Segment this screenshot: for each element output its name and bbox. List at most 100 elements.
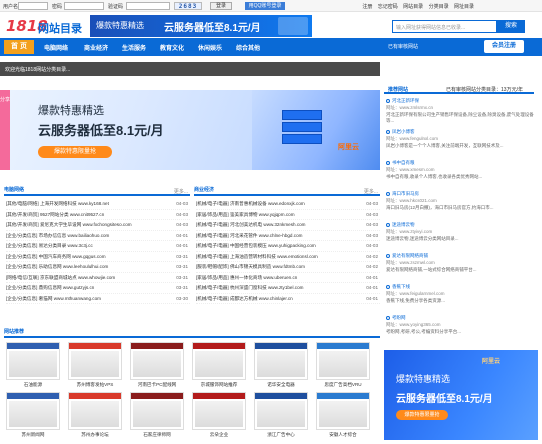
nav-item-other[interactable]: 综合其他 — [236, 43, 260, 52]
news-row-title[interactable]: [机械/电子/电器] 济南普惠机械设备 www.edonxjk.com — [196, 201, 305, 206]
news-row[interactable]: [其他/开发/商贸] 爱尼克大学生毕设网 www.fxchongsiteso.c… — [6, 220, 190, 231]
sidebar-site-name-row[interactable]: 书中自有粮 — [386, 160, 534, 166]
site-thumbnail-label[interactable]: 诺华安全电器 — [252, 382, 310, 388]
news-row[interactable]: [其他/电脑/网络] 上海开发网络科技 www.ky168.net 04-03 — [6, 199, 190, 210]
site-thumbnail[interactable] — [254, 342, 308, 380]
password-input[interactable] — [64, 2, 104, 10]
site-thumbnail[interactable] — [68, 342, 122, 380]
sidebar-site-name-row[interactable]: 考盼网 — [386, 315, 534, 321]
nav-item-entertainment[interactable]: 休闲娱乐 — [198, 43, 222, 52]
news-row-title[interactable]: [企业/分类信息] 中国汽车商务网 www.gqgus.com — [6, 254, 106, 259]
category-directory-link[interactable]: 分类目录 — [429, 4, 449, 10]
news-row-title[interactable]: [其他/电脑/网络] 上海开发网络科技 www.ky168.net — [6, 201, 109, 206]
news-row-title[interactable]: [网络/电信/互联] 京东联盟商城站点 www.whowjie.com — [6, 275, 115, 280]
news-row-title[interactable]: [企业/分类信息] 乐助信息网 www.leehoululhui.com — [6, 264, 108, 269]
sidebar-site-item[interactable]: 海口市旧马房 网址：www.hkcs021.com 海口旧马房(12月白撒)，海口市… — [386, 191, 534, 211]
site-thumbnail[interactable] — [192, 342, 246, 380]
news-row-title[interactable]: [企业/分类信息] 奢猫网 www.mthuanwang.com — [6, 296, 101, 301]
sidebar-site-item[interactable]: 迷途博云物 网址：www.ztyivyi.com 迷途博云物,迷途博云分类网站目录.… — [386, 222, 534, 242]
site-thumbnail-label[interactable]: 浙江广告中心 — [252, 432, 310, 438]
news-row[interactable]: [机械/电子/电器] 杭州深盛门窗科技 www.zty1bel.com 04-01 — [196, 283, 380, 294]
site-thumbnail-label[interactable]: 石家庄律师网 — [128, 432, 186, 438]
nav-item-life-services[interactable]: 生活服务 — [122, 43, 146, 52]
news-row[interactable]: [企业/分类信息] 易达分类目录 www.3c3j.cc 04-01 — [6, 241, 190, 252]
sidebar-site-name[interactable]: 书中自有粮 — [392, 160, 415, 166]
sidebar-ad-button[interactable]: 爆款特惠限量抢 — [396, 410, 448, 420]
site-thumbnail[interactable] — [68, 392, 122, 430]
nav-item-business[interactable]: 商业经济 — [84, 43, 108, 52]
news-row-title[interactable]: [家居/饰品/用品] 鉴美家具博物 www.yqjqpm.com — [196, 212, 295, 217]
news-row-title[interactable]: [企业/分类信息] 鼎购信息网 www.gutzyjs.cn — [6, 285, 94, 290]
site-thumbnail-label[interactable]: 京城服饰网站推荐 — [190, 382, 248, 388]
news-row[interactable]: [企业/分类信息] 奢猫网 www.mthuanwang.com 03-30 — [6, 294, 190, 304]
news-row[interactable]: [机械/电子/电器] 河北采花管件 www.chlne-hbgd.com 04-0… — [196, 231, 380, 241]
site-thumbnail[interactable] — [130, 392, 184, 430]
site-thumbnail[interactable] — [6, 392, 60, 430]
captcha-image[interactable]: 2683 — [174, 2, 202, 10]
news-row-title[interactable]: [家居/饰品/用品] 惠州一体化商场 www.uberuen.cn — [196, 275, 297, 280]
sidebar-site-item[interactable]: 香蕉下线 网址：www.feigularnmel.com 香蕉下线,免费分享各类资源… — [386, 284, 534, 304]
site-thumbnail-label[interactable]: 苏州博客发帖VPS — [66, 382, 124, 388]
sidebar-site-name-row[interactable]: 香蕉下线 — [386, 284, 534, 290]
sidebar-site-item[interactable]: 考盼网 网址：www.yoying365.com 考盼网,考研,考公,考编资料分享平… — [386, 315, 534, 335]
forgot-password-link[interactable]: 忘记密码 — [378, 4, 398, 10]
site-thumbnail[interactable] — [316, 392, 370, 430]
news-row[interactable]: [机械/电子/电器] 中国经营包装模压 www.yuhigpacking.com… — [196, 241, 380, 252]
register-link[interactable]: 注册 — [362, 4, 372, 10]
sidebar-site-name-row[interactable]: 迷途博云物 — [386, 222, 534, 228]
site-logo[interactable]: 1818 网站目录 — [4, 15, 88, 37]
sidebar-site-name-row[interactable]: 海口市旧马房 — [386, 191, 534, 197]
sidebar-site-name-row[interactable]: 爱达有限网络商铺 — [386, 253, 534, 259]
news-row[interactable]: [网络/电信/互联] 京东联盟商城站点 www.whowjie.com 03-31 — [6, 273, 190, 283]
sidebar-site-item[interactable]: 凤岩小博客 网址：www.fengulnxl.com 凤岩小博客是一个个人博客,关注… — [386, 129, 534, 149]
sidebar-site-name-row[interactable]: 河北正新环保 — [386, 98, 534, 104]
url-directory-link[interactable]: 网址目录 — [454, 4, 474, 10]
sidebar-site-name[interactable]: 凤岩小博客 — [392, 129, 415, 135]
nav-item-education[interactable]: 教育文化 — [160, 43, 184, 52]
news-row[interactable]: [企业/分类信息] 市场办信信息 www.bailiaohuo.com 04-01 — [6, 231, 190, 241]
username-input[interactable] — [18, 2, 48, 10]
news-row[interactable]: [家居/饰品/用品] 惠州一体化商场 www.uberuen.cn 04-01 — [196, 273, 380, 283]
site-thumbnail[interactable] — [6, 342, 60, 380]
site-thumbnail-label[interactable]: 苏州新闻网 — [4, 432, 62, 438]
site-thumbnail-label[interactable]: 思度广告高档VRU — [314, 382, 372, 388]
qq-login-button[interactable]: 用QQ账号登录 — [245, 2, 285, 10]
news-row[interactable]: [机械/电子/电器] 河北创美达机电 www.32nkmesh.com 04-03 — [196, 220, 380, 231]
search-button[interactable]: 搜索 — [497, 20, 525, 33]
news-right-more-link[interactable]: 更多... — [364, 188, 378, 195]
news-row-title[interactable]: [企业/分类信息] 易达分类目录 www.3c3j.cc — [6, 243, 93, 248]
news-row[interactable]: [服装/鞋帽/配饰] 佛山市锦天模具制造 www.fdtmb.com 04-02 — [196, 262, 380, 273]
news-row-title[interactable]: [机械/电子/电器] 河北采花管件 www.chlne-hbgd.com — [196, 233, 302, 238]
register-button[interactable]: 会员注册 — [484, 40, 524, 53]
nav-home[interactable]: 首 页 — [4, 40, 34, 54]
search-input[interactable]: 输入网址获得网站信息已收录... — [392, 20, 497, 33]
news-row[interactable]: [企业/分类信息] 鼎购信息网 www.gutzyjs.cn 03-31 — [6, 283, 190, 294]
news-row[interactable]: [机械/电子/电器] 上海油造营转材料科技 www.emotionsl.com 0… — [196, 252, 380, 262]
hero-cta-button[interactable]: 爆款特惠限量抢 — [38, 146, 112, 158]
news-row[interactable]: [机械/电子/电器] 济南普惠机械设备 www.edonxjk.com 04-03 — [196, 199, 380, 210]
news-row[interactable]: [企业/分类信息] 中国汽车商务网 www.gqgus.com 03-31 — [6, 252, 190, 262]
site-thumbnail-label[interactable]: 河南巴卡PC配线网 — [128, 382, 186, 388]
sidebar-site-name[interactable]: 考盼网 — [392, 315, 406, 321]
news-row[interactable]: [企业/分类信息] 乐助信息网 www.leehoululhui.com 03-3… — [6, 262, 190, 273]
sidebar-site-name[interactable]: 河北正新环保 — [392, 98, 419, 104]
sidebar-site-item[interactable]: 河北正新环保 网址：www.zmlsrmx.cn 河北正新环保有限公司生产销售环保设… — [386, 98, 534, 123]
news-row-title[interactable]: [其他/开发/商贸] 爱尼克大学生毕设网 www.fxchongsiteso.c… — [6, 222, 132, 227]
news-row-title[interactable]: [机械/电子/电器] 杭州深盛门窗科技 www.zty1bel.com — [196, 285, 303, 290]
login-button[interactable]: 登录 — [210, 2, 232, 10]
sidebar-ad[interactable]: 阿里云 爆款特惠精选 云服务器低至8.1元/月 爆款特惠限量抢 — [384, 350, 538, 440]
captcha-input[interactable] — [126, 2, 170, 10]
sidebar-site-name[interactable]: 海口市旧马房 — [392, 191, 419, 197]
site-thumbnail[interactable] — [192, 392, 246, 430]
site-thumbnail[interactable] — [316, 342, 370, 380]
header-banner-ad[interactable]: 爆款特惠精选 云服务器低至8.1元/月 — [90, 15, 312, 37]
sidebar-site-name-row[interactable]: 凤岩小博客 — [386, 129, 534, 135]
site-thumbnail-label[interactable]: 云朵企业 — [190, 432, 248, 438]
news-row[interactable]: [家居/饰品/用品] 鉴美家具博物 www.yqjqpm.com 04-03 — [196, 210, 380, 220]
news-row[interactable]: [机械/电子/电器] 成都达方机械 www.chinlajer.cn 04-01 — [196, 294, 380, 304]
site-thumbnail-label[interactable]: 安徽人才综合 — [314, 432, 372, 438]
news-row-title[interactable]: [企业/分类信息] 市场办信信息 www.bailiaohuo.com — [6, 233, 109, 238]
news-row-title[interactable]: [服装/鞋帽/配饰] 佛山市锦天模具制造 www.fdtmb.com — [196, 264, 305, 269]
site-thumbnail-label[interactable]: 苏州办事论坛 — [66, 432, 124, 438]
sidebar-site-item[interactable]: 爱达有限网络商铺 网址：www.zszmwl.com 爱达有限网络商铺,一站式综合网… — [386, 253, 534, 273]
